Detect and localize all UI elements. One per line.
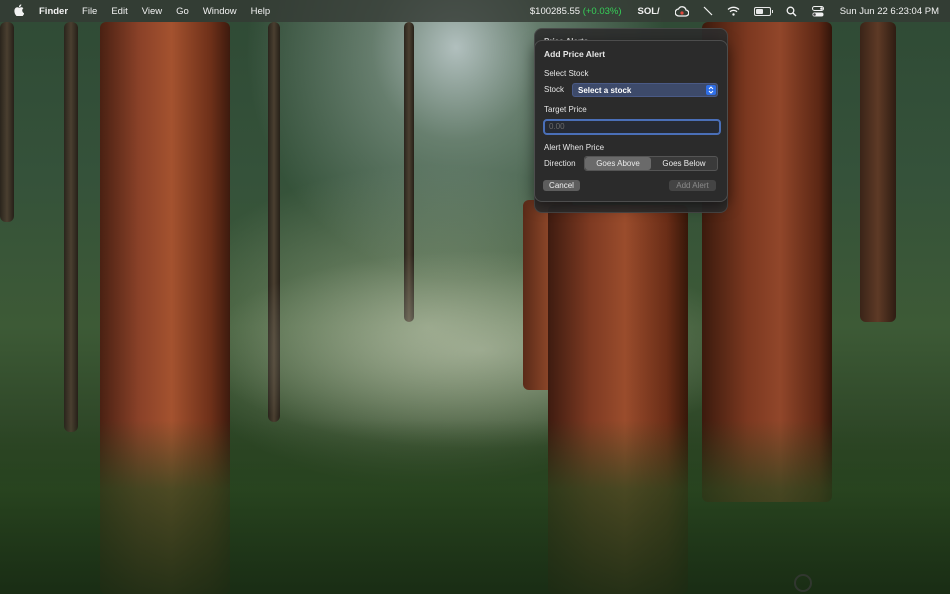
- add-alert-button[interactable]: Add Alert: [669, 180, 716, 191]
- target-price-input[interactable]: [543, 119, 721, 135]
- sheet-title: Add Price Alert: [544, 49, 606, 59]
- select-stock-heading: Select Stock: [544, 69, 589, 78]
- menu-edit[interactable]: Edit: [111, 6, 127, 17]
- tree-trunk: [0, 22, 14, 222]
- apple-menu-icon[interactable]: [11, 3, 27, 19]
- alert-when-price-heading: Alert When Price: [544, 143, 605, 152]
- stock-select[interactable]: Select a stock: [572, 83, 718, 97]
- cancel-button[interactable]: Cancel: [543, 180, 580, 191]
- portfolio-status[interactable]: $100285.55 (+0.03%): [530, 6, 622, 17]
- desktop-wallpaper: [0, 0, 950, 594]
- menu-help[interactable]: Help: [251, 6, 271, 17]
- direction-label: Direction: [544, 159, 576, 168]
- menubar-status-area: $100285.55 (+0.03%) SOL/ Sun Jun 22 6:23…: [530, 0, 950, 22]
- battery-icon[interactable]: [752, 4, 774, 18]
- ticker-status[interactable]: SOL/: [638, 6, 660, 17]
- edit-slash-icon[interactable]: [700, 4, 716, 18]
- direction-goes-above[interactable]: Goes Above: [585, 157, 651, 170]
- direction-segmented-control: Goes Above Goes Below: [584, 156, 718, 171]
- creative-cloud-icon[interactable]: [674, 4, 690, 18]
- add-price-alert-sheet: Add Price Alert Select Stock Stock Selec…: [534, 40, 728, 202]
- portfolio-change: (+0.03%): [582, 5, 622, 17]
- tree-trunk: [64, 22, 78, 432]
- menu-go[interactable]: Go: [176, 6, 189, 17]
- portfolio-value: $100285.55: [529, 5, 581, 17]
- control-center-icon[interactable]: [810, 4, 826, 18]
- search-icon[interactable]: [784, 4, 800, 18]
- chevron-up-down-icon: [706, 85, 716, 95]
- target-price-heading: Target Price: [544, 105, 587, 114]
- menu-bar: Finder File Edit View Go Window Help $10…: [0, 0, 950, 22]
- menu-file[interactable]: File: [82, 6, 97, 17]
- stock-label: Stock: [544, 85, 565, 94]
- menu-window[interactable]: Window: [203, 6, 237, 17]
- menu-view[interactable]: View: [142, 6, 162, 17]
- cursor-indicator: [794, 574, 812, 592]
- wifi-icon[interactable]: [726, 4, 742, 18]
- stock-select-value: Select a stock: [578, 85, 632, 95]
- direction-goes-below[interactable]: Goes Below: [651, 157, 717, 170]
- tree-trunk: [860, 22, 896, 322]
- undergrowth: [0, 420, 950, 594]
- menu-app-name[interactable]: Finder: [39, 6, 68, 17]
- menubar-clock[interactable]: Sun Jun 22 6:23:04 PM: [840, 6, 939, 17]
